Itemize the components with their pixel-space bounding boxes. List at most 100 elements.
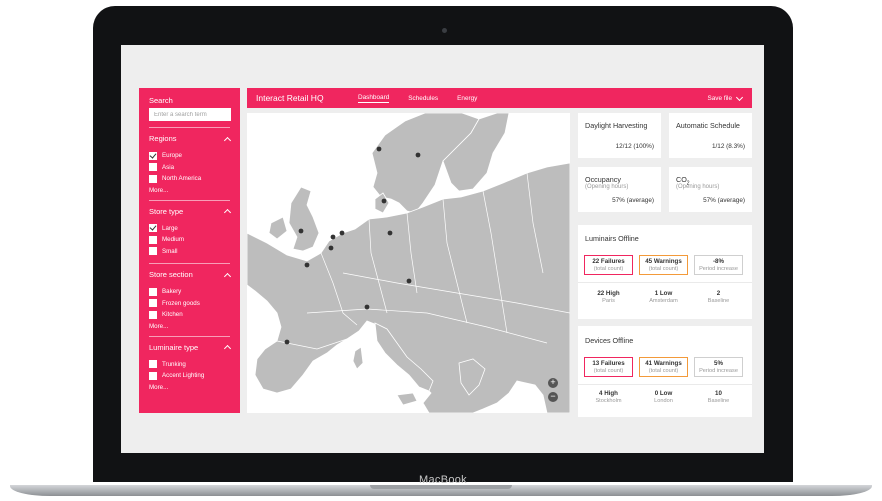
checkbox-icon[interactable]: [149, 174, 157, 183]
detail-label: Stockholm: [595, 398, 622, 404]
detail-low: 1 Low Amsterdam: [639, 290, 688, 304]
filter-option-north-america[interactable]: North America: [149, 173, 230, 185]
filter-option-medium[interactable]: Medium: [149, 234, 230, 246]
detail-label: Amsterdam: [649, 298, 678, 304]
chevron-up-icon[interactable]: [224, 272, 230, 278]
europe-map[interactable]: + −: [247, 113, 570, 413]
tab-dashboard[interactable]: Dashboard: [358, 94, 390, 103]
daylight-harvesting-card[interactable]: Daylight Harvesting 12/12 (100%): [578, 113, 661, 158]
card-title: Daylight Harvesting: [585, 121, 648, 130]
tab-schedules[interactable]: Schedules: [408, 95, 438, 102]
stat-label: (total count): [593, 368, 624, 374]
zoom-in-button[interactable]: +: [548, 378, 558, 388]
stat-label: Period increase: [699, 368, 738, 374]
chevron-up-icon[interactable]: [224, 344, 230, 350]
store-type-section: Store type Large Medium Small: [149, 199, 230, 258]
checkbox-icon[interactable]: [149, 310, 157, 319]
regions-header[interactable]: Regions: [149, 134, 230, 143]
divider: [578, 384, 752, 385]
store-type-title: Store type: [149, 206, 184, 216]
detail-row: 4 High Stockholm 0 Low London 10 Baseline: [584, 390, 749, 404]
chevron-up-icon[interactable]: [224, 208, 230, 214]
regions-more-link[interactable]: More...: [149, 187, 230, 194]
warnings-stat[interactable]: 45 Warnings (total count): [639, 255, 688, 275]
stat-label: (total count): [593, 266, 624, 272]
detail-value: 22 High: [597, 290, 620, 297]
checkbox-icon[interactable]: [149, 371, 157, 380]
checkbox-checked-icon[interactable]: [149, 151, 157, 160]
stat-value: 5%: [714, 360, 723, 367]
warnings-stat[interactable]: 41 Warnings (total count): [639, 357, 688, 377]
store-type-header[interactable]: Store type: [149, 207, 230, 216]
map-svg: [247, 113, 570, 413]
filter-option-kitchen[interactable]: Kitchen: [149, 309, 230, 321]
option-label: North America: [162, 175, 202, 183]
card-value: 57% (average): [703, 197, 745, 204]
card-subtitle: (Opening hours): [585, 184, 629, 190]
automatic-schedule-card[interactable]: Automatic Schedule 1/12 (8.3%): [669, 113, 752, 158]
filter-option-trunking[interactable]: Trunking: [149, 359, 230, 371]
checkbox-icon[interactable]: [149, 163, 157, 172]
detail-baseline: 2 Baseline: [694, 290, 743, 304]
chevron-down-icon: [736, 95, 742, 101]
option-label: Medium: [162, 236, 185, 244]
tab-energy[interactable]: Energy: [457, 95, 477, 102]
co2-card[interactable]: CO2 (Opening hours) 57% (average): [669, 167, 752, 212]
period-increase-stat[interactable]: 5% Period increase: [694, 357, 743, 377]
screen: Search Regions Europe Asia North America…: [121, 45, 764, 453]
store-section-title: Store section: [149, 270, 193, 279]
filter-option-large[interactable]: Large: [149, 223, 230, 235]
card-title: Occupancy: [585, 175, 621, 184]
store-section-more-link[interactable]: More...: [149, 323, 230, 330]
search-input[interactable]: [149, 108, 231, 121]
filter-option-small[interactable]: Small: [149, 246, 230, 258]
stat-value: 22 Failures: [592, 258, 625, 265]
filter-option-accent-lighting[interactable]: Accent Lighting: [149, 370, 230, 382]
checkbox-icon[interactable]: [149, 299, 157, 308]
app-title: Interact Retail HQ: [256, 93, 324, 103]
checkbox-icon[interactable]: [149, 235, 157, 244]
detail-high: 4 High Stockholm: [584, 390, 633, 404]
detail-low: 0 Low London: [639, 390, 688, 404]
period-increase-stat[interactable]: -8% Period increase: [694, 255, 743, 275]
zoom-out-button[interactable]: −: [548, 392, 558, 402]
checkbox-icon[interactable]: [149, 360, 157, 369]
detail-baseline: 10 Baseline: [694, 390, 743, 404]
checkbox-checked-icon[interactable]: [149, 224, 157, 233]
occupancy-card[interactable]: Occupancy (Opening hours) 57% (average): [578, 167, 661, 212]
laptop-notch: [370, 485, 512, 489]
checkbox-icon[interactable]: [149, 287, 157, 296]
regions-section: Regions Europe Asia North America More..…: [149, 127, 230, 194]
checkbox-icon[interactable]: [149, 247, 157, 256]
divider: [578, 282, 752, 283]
failures-stat[interactable]: 13 Failures (total count): [584, 357, 633, 377]
card-title: Automatic Schedule: [676, 121, 740, 130]
filter-option-frozen-goods[interactable]: Frozen goods: [149, 298, 230, 310]
store-section-header[interactable]: Store section: [149, 270, 230, 279]
stat-label: (total count): [648, 266, 679, 272]
luminaire-type-header[interactable]: Luminaire type: [149, 343, 230, 352]
filter-sidebar: Search Regions Europe Asia North America…: [139, 88, 240, 413]
detail-value: 2: [716, 290, 721, 297]
co2-title: CO: [676, 175, 687, 184]
luminaire-type-section: Luminaire type Trunking Accent Lighting …: [149, 335, 230, 391]
store-section-section: Store section Bakery Frozen goods Kitche…: [149, 263, 230, 330]
luminaire-type-more-link[interactable]: More...: [149, 384, 230, 391]
filter-option-asia[interactable]: Asia: [149, 162, 230, 174]
detail-value: 4 High: [599, 390, 618, 397]
option-label: Frozen goods: [162, 299, 200, 307]
detail-high: 22 High Paris: [584, 290, 633, 304]
option-label: Large: [162, 224, 178, 232]
option-label: Europe: [162, 152, 182, 160]
stat-label: (total count): [648, 368, 679, 374]
stat-value: -8%: [712, 258, 724, 265]
filter-option-bakery[interactable]: Bakery: [149, 286, 230, 298]
stat-value: 41 Warnings: [645, 360, 682, 367]
option-label: Small: [162, 247, 178, 255]
failures-stat[interactable]: 22 Failures (total count): [584, 255, 633, 275]
filter-option-europe[interactable]: Europe: [149, 150, 230, 162]
save-file-button[interactable]: Save file: [707, 95, 742, 102]
chevron-up-icon[interactable]: [224, 136, 230, 142]
stat-row: 13 Failures (total count) 41 Warnings (tot…: [584, 357, 749, 377]
card-subtitle: (Opening hours): [676, 184, 720, 190]
